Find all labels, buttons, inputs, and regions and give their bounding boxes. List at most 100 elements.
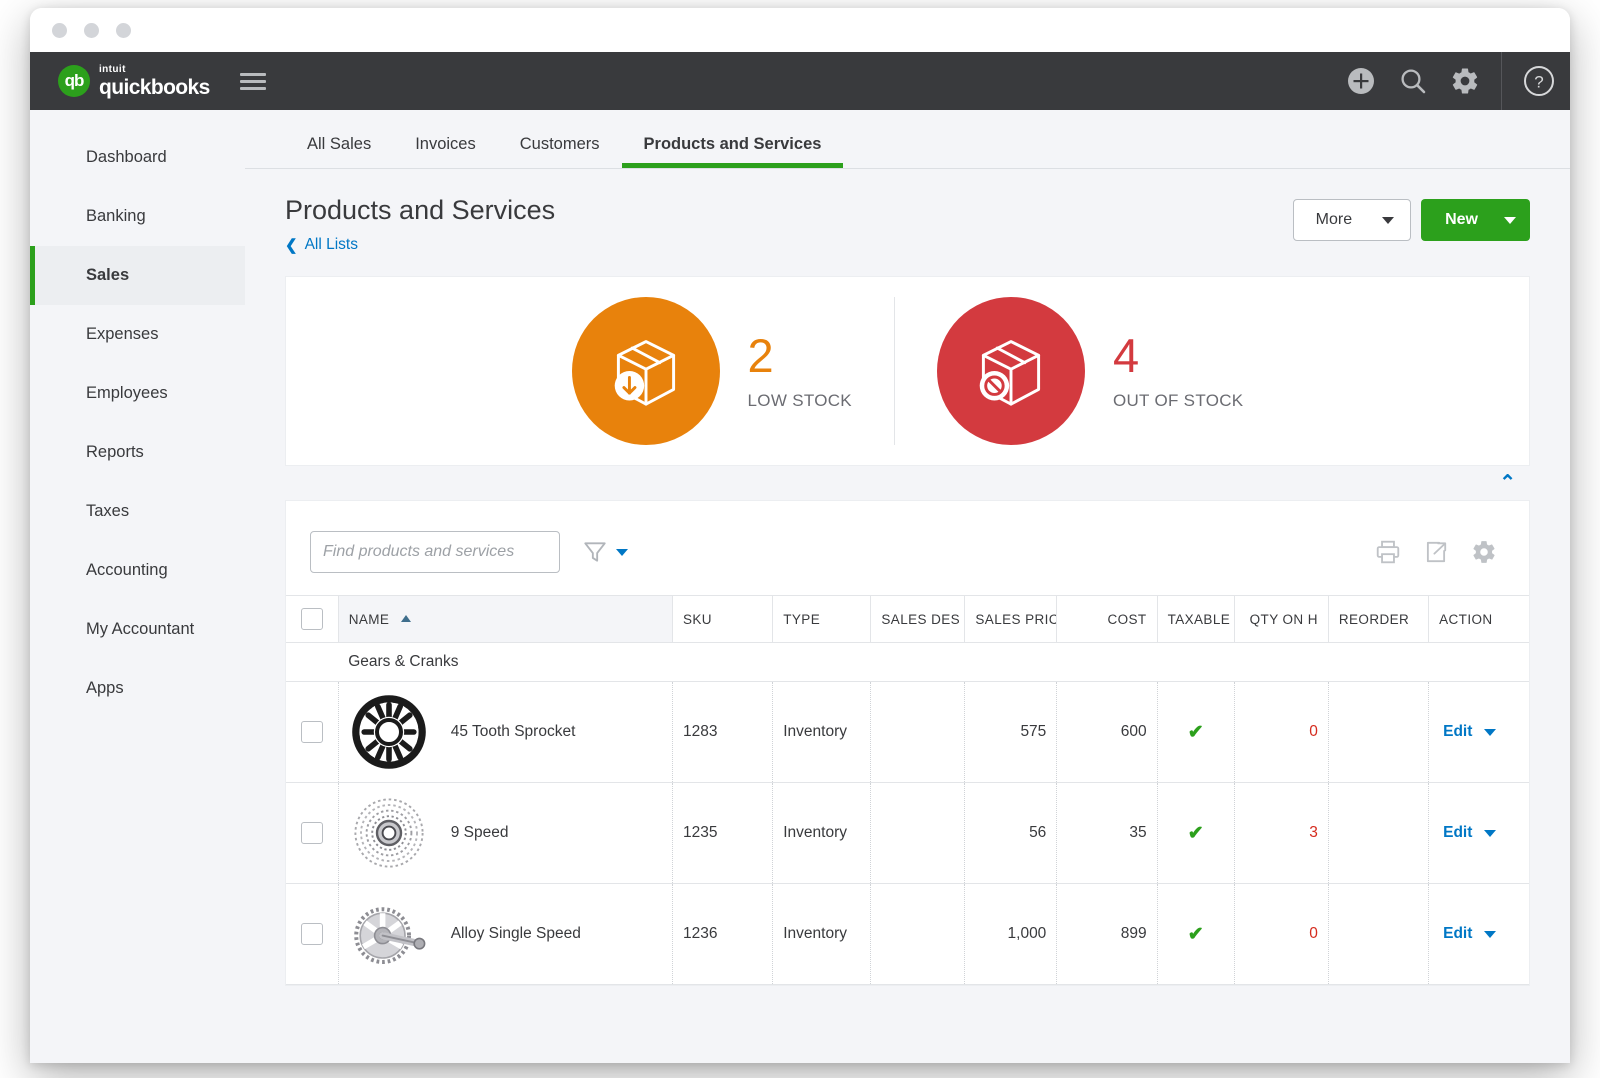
chevron-up-icon[interactable]: ⌃: [1499, 473, 1516, 493]
sidebar-item-label: Employees: [86, 384, 168, 402]
chevron-left-icon: ❮: [285, 237, 298, 254]
chevron-down-icon: [1382, 216, 1395, 224]
search-icon[interactable]: [1387, 52, 1439, 110]
page-header-actions: More New: [1292, 199, 1530, 241]
column-header-type[interactable]: TYPE: [772, 595, 871, 643]
box-down-arrow-icon: [571, 297, 720, 445]
sprocket-image: [351, 695, 426, 769]
select-all-header: [286, 595, 339, 643]
main-content: All Sales Invoices Customers Products an…: [245, 110, 1570, 1063]
column-header-sku[interactable]: SKU: [671, 595, 773, 643]
row-checkbox[interactable]: [300, 822, 323, 844]
table-settings-gear-icon[interactable]: [1471, 539, 1497, 565]
column-header-cost[interactable]: COST: [1056, 595, 1158, 643]
row-checkbox[interactable]: [300, 923, 323, 945]
sidebar-item-employees[interactable]: Employees: [30, 364, 245, 423]
table-row[interactable]: 45 Tooth Sprocket 1283 Inventory 575 600…: [286, 681, 1529, 783]
table-row[interactable]: Alloy Single Speed 1236 Inventory 1,000 …: [286, 883, 1529, 985]
out-of-stock-stat[interactable]: 4 OUT OF STOCK: [895, 297, 1286, 445]
window-maximize-dot[interactable]: [116, 22, 131, 38]
tab-all-sales[interactable]: All Sales: [285, 135, 393, 168]
column-header-action: ACTION: [1428, 595, 1529, 643]
row-sku: 1235: [671, 782, 773, 884]
tab-products-and-services[interactable]: Products and Services: [621, 135, 844, 168]
sidebar-item-reports[interactable]: Reports: [30, 423, 245, 482]
window-close-dot[interactable]: [52, 22, 67, 38]
chevron-down-icon[interactable]: [1484, 829, 1497, 837]
column-header-sales-price[interactable]: SALES PRIC: [964, 595, 1057, 643]
sidebar-nav: Dashboard Banking Sales Expenses Employe…: [30, 110, 245, 1063]
help-circle-icon[interactable]: ?: [1508, 52, 1570, 110]
column-header-qty-on-hand[interactable]: QTY ON H: [1233, 595, 1329, 643]
checkmark-icon: ✔: [1187, 721, 1204, 743]
row-qty-on-hand: 0: [1233, 681, 1329, 783]
row-select-cell: [286, 681, 339, 783]
group-label: Gears & Cranks: [338, 642, 1529, 682]
sort-ascending-icon: [401, 614, 412, 622]
table-row[interactable]: 9 Speed 1235 Inventory 56 35 ✔ 3 Edit: [286, 782, 1529, 884]
quickbooks-logo[interactable]: qb intuit quickbooks: [58, 64, 210, 99]
sidebar-item-label: Dashboard: [86, 148, 167, 166]
app-topnav: qb intuit quickbooks ?: [30, 52, 1570, 110]
row-name-cell: 45 Tooth Sprocket: [337, 681, 673, 783]
tab-label: All Sales: [307, 135, 372, 153]
qb-badge-icon: qb: [58, 65, 90, 97]
row-name-cell: 9 Speed: [337, 782, 673, 884]
chevron-down-icon: [1504, 216, 1516, 224]
sidebar-item-banking[interactable]: Banking: [30, 187, 245, 246]
sidebar-item-apps[interactable]: Apps: [30, 659, 245, 718]
tab-label: Products and Services: [643, 135, 822, 153]
row-checkbox[interactable]: [300, 721, 323, 743]
export-icon[interactable]: [1423, 539, 1449, 565]
window-minimize-dot[interactable]: [84, 22, 99, 38]
tab-customers[interactable]: Customers: [498, 135, 622, 168]
column-header-name[interactable]: NAME: [337, 595, 673, 643]
row-name-cell: Alloy Single Speed: [337, 883, 673, 985]
tab-invoices[interactable]: Invoices: [393, 135, 498, 168]
edit-link[interactable]: Edit: [1443, 723, 1472, 741]
row-action: Edit: [1428, 883, 1529, 985]
sidebar-item-label: Banking: [86, 207, 146, 225]
chevron-down-icon[interactable]: [1484, 930, 1497, 938]
column-header-sales-description[interactable]: SALES DES: [870, 595, 965, 643]
sidebar-item-sales[interactable]: Sales: [30, 246, 245, 305]
sidebar-item-taxes[interactable]: Taxes: [30, 482, 245, 541]
column-header-taxable[interactable]: TAXABLE: [1156, 595, 1235, 643]
new-button[interactable]: New: [1421, 199, 1530, 241]
sidebar-item-dashboard[interactable]: Dashboard: [30, 128, 245, 187]
row-taxable: ✔: [1156, 782, 1235, 884]
chevron-down-icon[interactable]: [1484, 728, 1497, 736]
row-action: Edit: [1428, 782, 1529, 884]
edit-link[interactable]: Edit: [1443, 925, 1472, 943]
column-header-reorder-point[interactable]: REORDER: [1327, 595, 1429, 643]
sidebar-item-expenses[interactable]: Expenses: [30, 305, 245, 364]
gear-icon[interactable]: [1439, 52, 1491, 110]
row-sales-price: 56: [964, 782, 1057, 884]
row-cost: 899: [1056, 883, 1158, 985]
quickbooks-wordmark: quickbooks: [99, 75, 210, 99]
checkmark-icon: ✔: [1187, 923, 1204, 945]
filter-button[interactable]: [582, 539, 628, 565]
printer-icon[interactable]: [1375, 539, 1401, 565]
low-stock-stat[interactable]: 2 LOW STOCK: [530, 297, 894, 445]
new-button-label: New: [1445, 211, 1478, 228]
sidebar-item-label: My Accountant: [86, 620, 195, 638]
row-sales-description: [870, 681, 965, 783]
sidebar-item-label: Apps: [86, 679, 124, 697]
row-taxable: ✔: [1156, 883, 1235, 985]
select-all-checkbox[interactable]: [300, 608, 323, 630]
row-sales-description: [870, 782, 965, 884]
sidebar-item-my-accountant[interactable]: My Accountant: [30, 600, 245, 659]
hamburger-menu-icon[interactable]: [239, 72, 266, 90]
products-table-card: NAME SKU TYPE SALES DES SALES PRIC COST …: [285, 500, 1530, 986]
out-of-stock-label: OUT OF STOCK: [1112, 390, 1244, 410]
plus-circle-icon[interactable]: [1335, 52, 1387, 110]
topnav-divider: [1501, 52, 1502, 110]
stock-summary-panel: 2 LOW STOCK 4 OUT OF STOCK: [285, 276, 1530, 466]
search-input[interactable]: [310, 531, 560, 573]
row-qty-on-hand: 0: [1233, 883, 1329, 985]
more-button[interactable]: More: [1292, 199, 1412, 241]
edit-link[interactable]: Edit: [1443, 824, 1472, 842]
sidebar-item-accounting[interactable]: Accounting: [30, 541, 245, 600]
all-lists-back-link[interactable]: ❮ All Lists: [285, 236, 555, 254]
